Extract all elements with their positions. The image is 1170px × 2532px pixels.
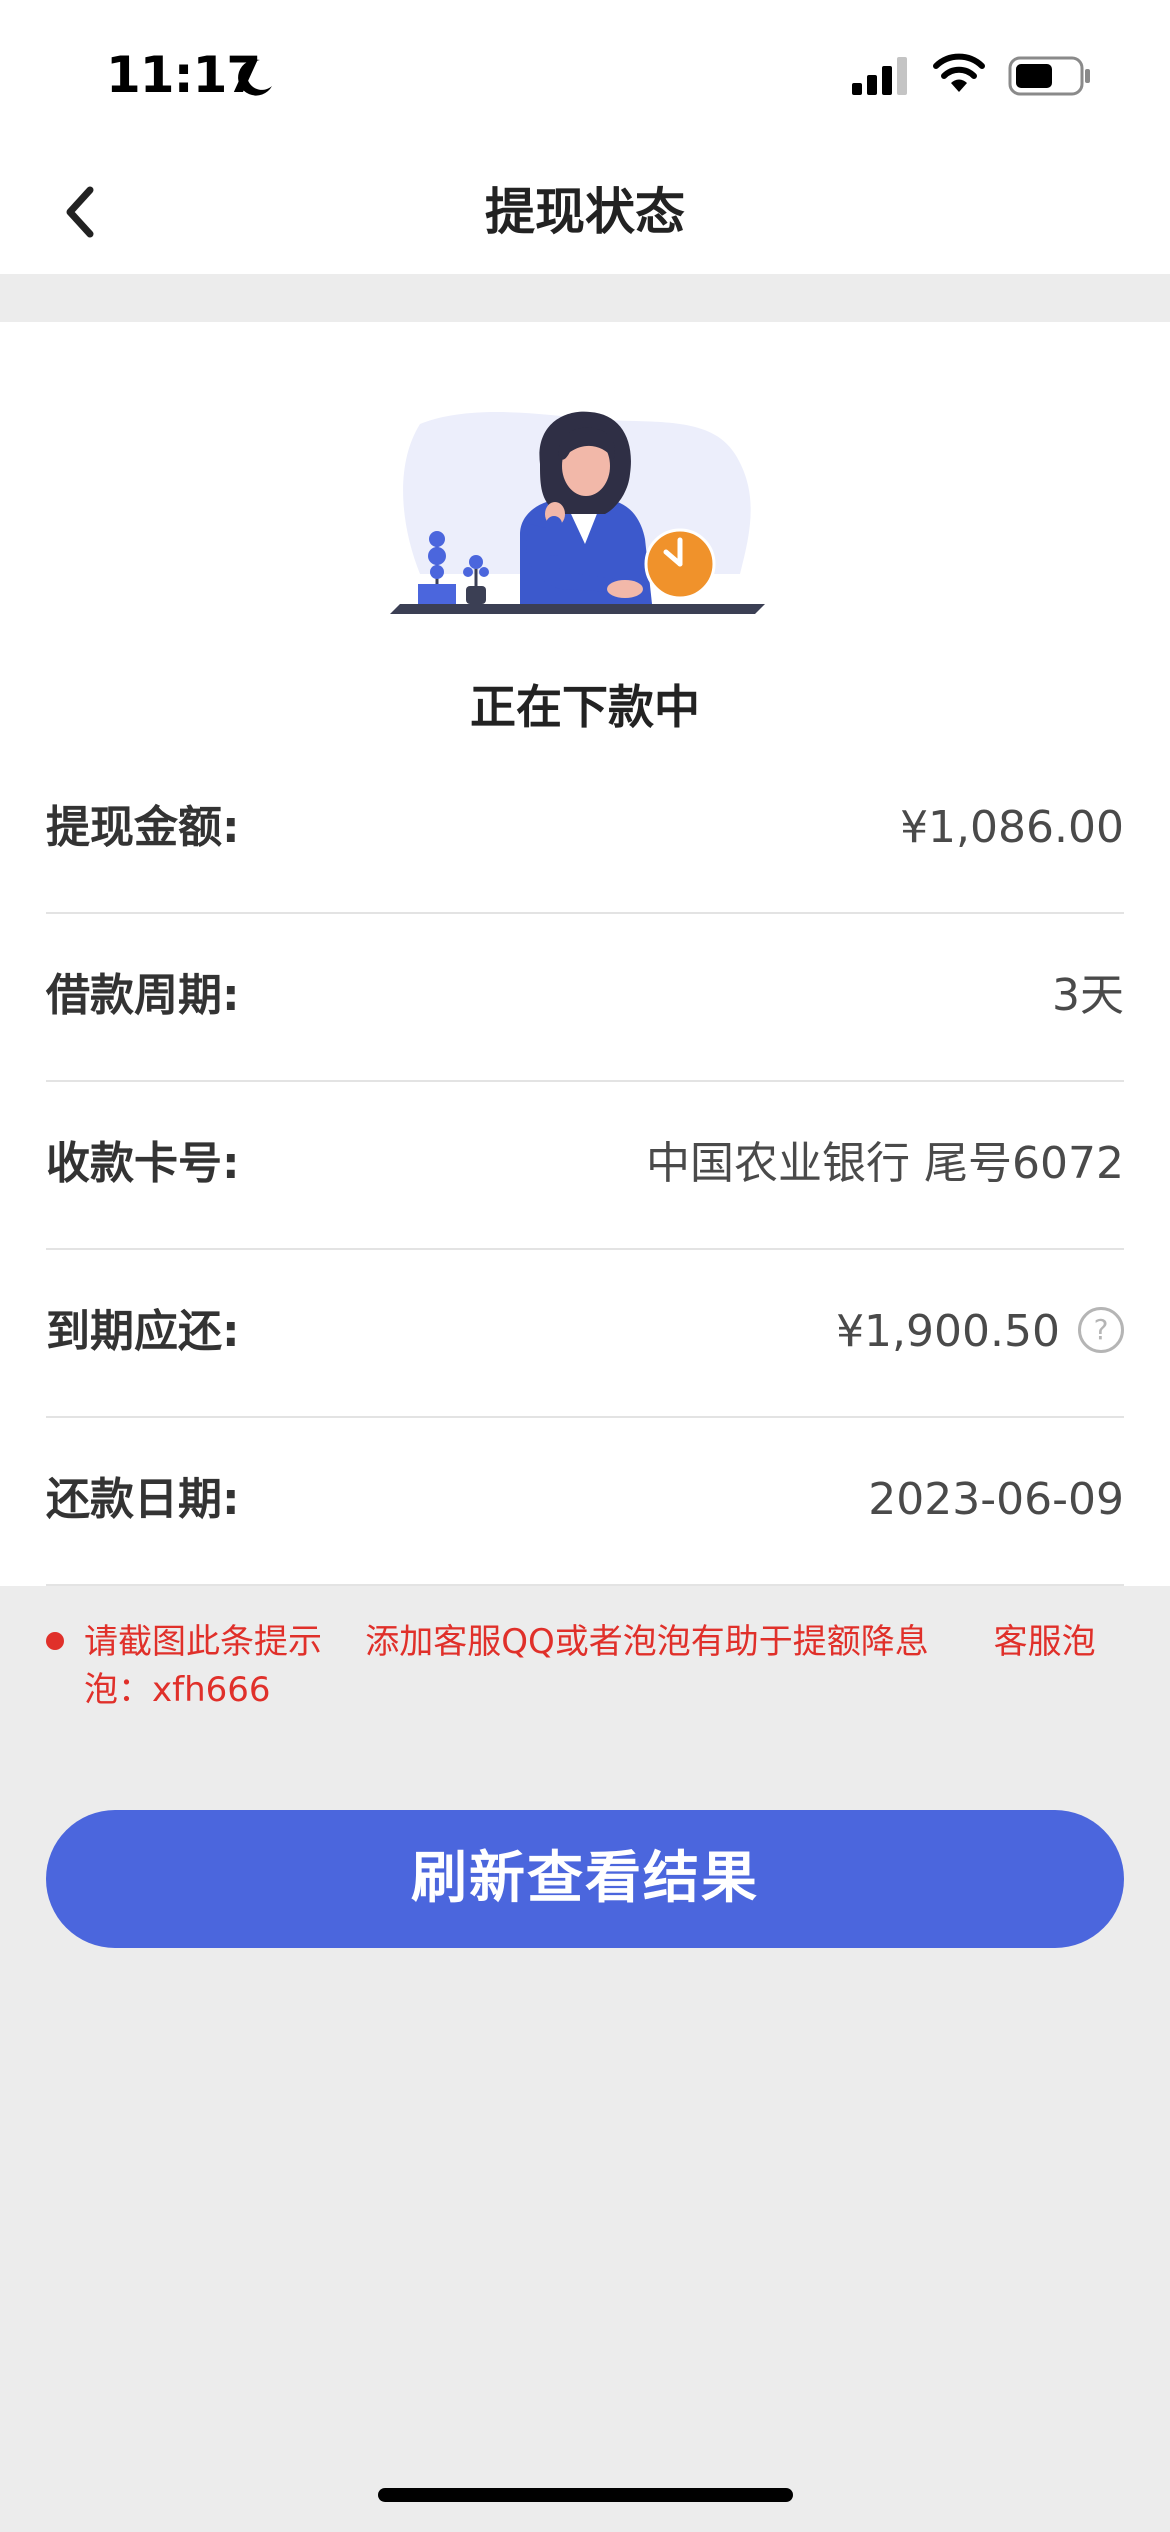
info-value: ¥1,900.50	[836, 1306, 1060, 1357]
info-label: 借款周期:	[46, 970, 240, 1021]
battery-icon	[1008, 56, 1090, 96]
info-value-wrap: ¥1,900.50?	[836, 1248, 1124, 1416]
info-value: 2023-06-09	[868, 1474, 1124, 1525]
status-text: 正在下款中	[470, 680, 700, 734]
signal-icon	[852, 57, 907, 95]
nav-bar: 提现状态	[0, 150, 1170, 274]
info-label: 提现金额:	[46, 802, 240, 853]
page-title: 提现状态	[485, 183, 685, 241]
info-row-card-number: 收款卡号: 中国农业银行 尾号6072	[46, 1080, 1124, 1250]
notice-dot-icon	[46, 1632, 64, 1650]
info-value: ¥1,086.00	[900, 802, 1124, 853]
info-value: 3天	[1052, 970, 1124, 1021]
info-row-repay-date: 还款日期: 2023-06-09	[46, 1416, 1124, 1586]
question-circle-icon[interactable]: ?	[1078, 1307, 1124, 1353]
info-row-loan-period: 借款周期: 3天	[46, 912, 1124, 1082]
info-label: 还款日期:	[46, 1474, 240, 1525]
notice: 请截图此条提示 添加客服QQ或者泡泡有助于提额降息 客服泡泡：xfh666	[46, 1618, 1106, 1714]
info-row-withdraw-amount: 提现金额: ¥1,086.00	[46, 802, 1124, 914]
waiting-illustration	[390, 411, 765, 614]
home-indicator	[378, 2488, 793, 2502]
wifi-icon	[933, 53, 985, 92]
info-label: 到期应还:	[46, 1306, 240, 1357]
withdrawal-status-card: 正在下款中 提现金额: ¥1,086.00 借款周期: 3天 收款卡号: 中国农…	[0, 322, 1170, 1586]
info-label: 收款卡号:	[46, 1138, 240, 1189]
status-bar: 11:17	[0, 0, 1170, 150]
info-row-amount-due: 到期应还: ¥1,900.50?	[46, 1248, 1124, 1418]
moon-icon	[238, 59, 272, 96]
info-value: 中国农业银行 尾号6072	[646, 1138, 1124, 1189]
notice-text: 请截图此条提示 添加客服QQ或者泡泡有助于提额降息 客服泡泡：xfh666	[84, 1622, 1096, 1710]
refresh-result-button[interactable]: 刷新查看结果	[46, 1810, 1124, 1948]
